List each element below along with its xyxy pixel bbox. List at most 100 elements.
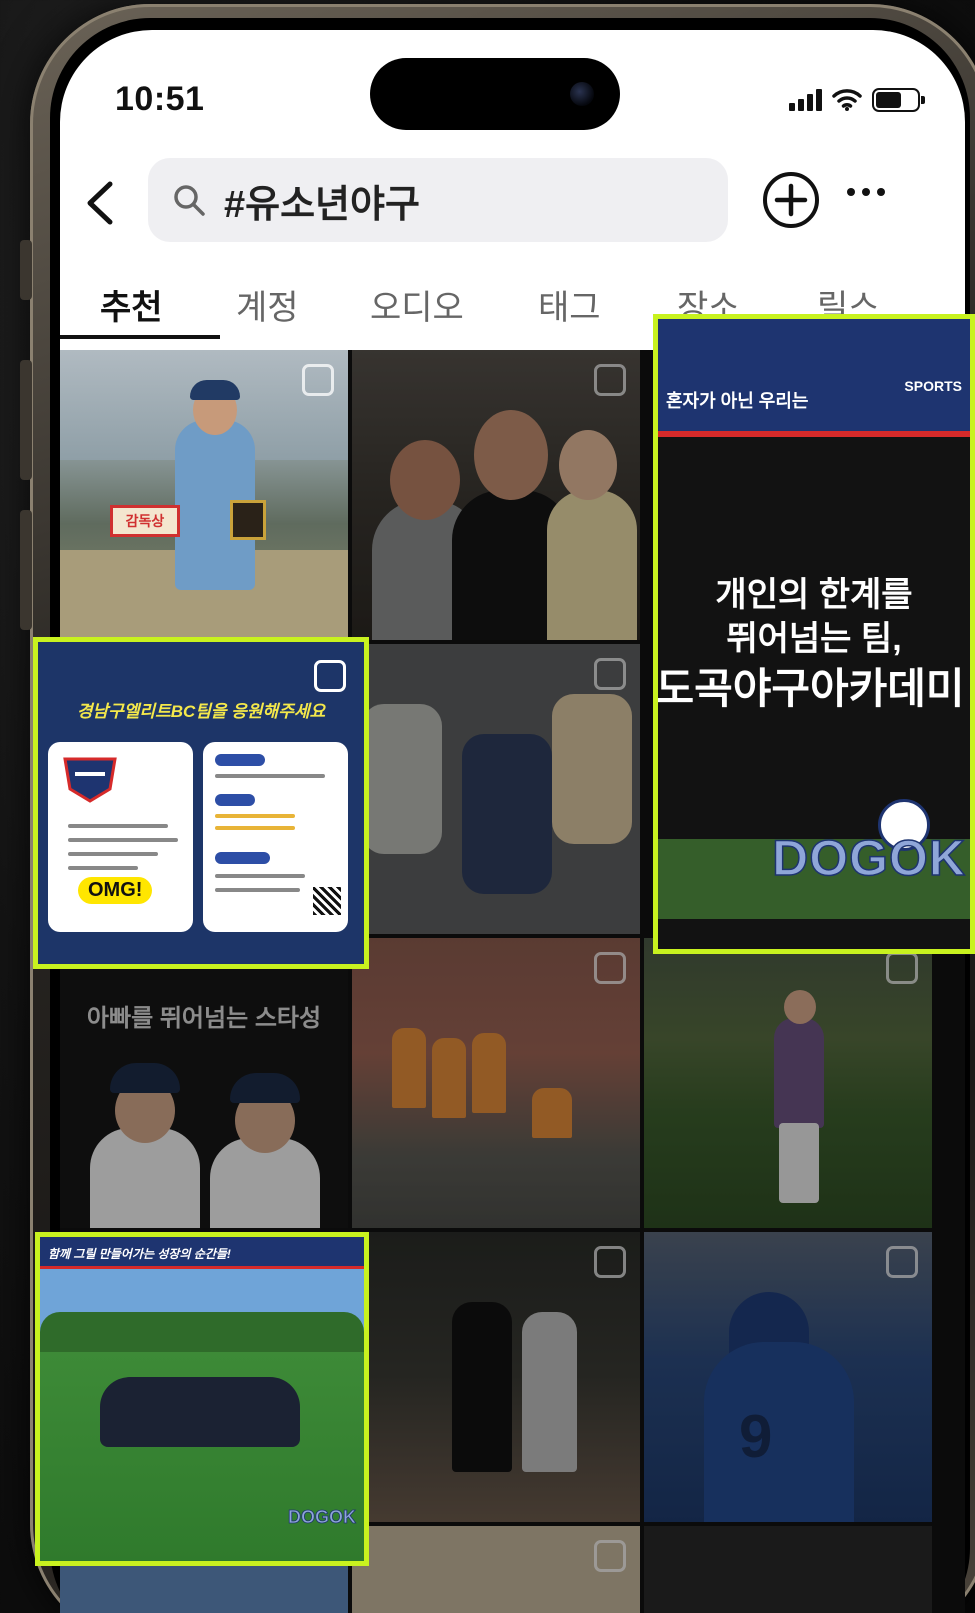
photo-player [452,1302,512,1472]
active-tab-indicator [60,335,220,339]
photo-kid-helmet [110,1063,180,1093]
photo-player [532,1088,572,1138]
add-button[interactable] [763,172,819,228]
phone-volume-down-button [20,510,32,630]
tab-accounts[interactable]: 계정 [236,280,299,329]
photo-player-jersey [704,1342,854,1522]
battery-level [876,92,901,108]
photo-child [547,490,637,640]
multi-image-icon [594,952,626,984]
omg-badge: OMG! [78,877,153,904]
text-line [215,774,325,778]
jersey-number: 9 [739,1403,773,1470]
info-pill [215,754,265,766]
phone-case-image [462,734,552,894]
photo-player [432,1038,466,1118]
team-banner-text: 함께 그릴 만들어가는 성장의 순간들! [48,1247,231,1261]
photo-team-group [100,1377,300,1447]
post-tile[interactable]: 감독상 [60,350,348,640]
academy-brand: SPORTS [904,378,962,394]
battery-icon [872,88,925,112]
text-line [68,824,168,828]
photo-player [522,1312,577,1472]
add-circle-icon [774,183,808,217]
photo-player [392,1028,426,1108]
phone-case-image [362,704,442,854]
post-tile[interactable] [352,350,640,640]
back-button[interactable] [80,178,130,228]
highlighted-post-recruit[interactable]: 경남구엘리트BC팀을 응원해주세요 OMG! [33,637,369,969]
text-line [215,874,305,878]
photo-player-head [784,990,816,1024]
post-tile[interactable]: 아빠를 뛰어넘는 스타성 [60,938,348,1228]
multi-image-icon [594,658,626,690]
academy-banner-text: 혼자가 아닌 우리는 [666,391,809,411]
post-tile[interactable] [352,644,640,934]
recruit-title: 경남구엘리트BC팀을 응원해주세요 [76,702,326,721]
academy-headline-3: 도곡야구아카데미 [655,665,965,712]
text-line [68,838,178,842]
signal-icon [789,89,822,111]
info-pill [215,794,255,806]
award-plaque [230,500,266,540]
academy-headline-2: 뛰어넘는 팀, [726,620,902,658]
search-input[interactable]: #유소년야구 [148,158,728,242]
post-tile[interactable] [352,938,640,1228]
highlighted-post-academy[interactable]: 혼자가 아닌 우리는 SPORTS 개인의 한계를 뛰어넘는 팀, 도곡야구아카… [653,314,975,954]
recruit-card-right [203,742,348,932]
tab-recommended[interactable]: 추천 [100,280,163,329]
photo-kid [90,1128,200,1228]
post-tile[interactable] [352,1232,640,1522]
multi-image-icon [302,364,334,396]
post-tile[interactable] [644,1526,932,1613]
kids-caption: 아빠를 뛰어넘는 스타성 [86,1005,322,1032]
status-icons [789,88,925,112]
multi-image-icon [594,364,626,396]
more-button[interactable] [845,172,887,221]
tab-audio[interactable]: 오디오 [370,280,464,329]
phone-case-image [552,694,632,844]
post-tile[interactable] [644,938,932,1228]
multi-image-icon [594,1540,626,1572]
dogok-logo: DOGOK [287,1507,357,1528]
multi-image-icon [886,1246,918,1278]
back-arrow-icon [87,181,113,225]
front-camera-icon [570,82,594,106]
highlighted-post-team[interactable]: 함께 그릴 만들어가는 성장의 순간들! DOGOK [35,1232,369,1566]
multi-image-icon [594,1246,626,1278]
more-horizontal-icon [847,188,885,196]
multi-image-icon [314,660,346,692]
academy-headline-1: 개인의 한계를 [715,576,913,614]
tab-tags[interactable]: 태그 [538,280,601,329]
text-line [215,888,300,892]
photo-kid-helmet [230,1073,300,1103]
search-header: #유소년야구 [60,158,965,248]
post-tile[interactable] [352,1526,640,1613]
text-line [68,866,138,870]
post-tile[interactable]: 9 [644,1232,932,1522]
wifi-icon [832,89,862,111]
team-banner: 함께 그릴 만들어가는 성장의 순간들! [40,1237,364,1269]
text-line [215,814,295,818]
qr-code-icon [313,887,341,915]
status-time: 10:51 [115,80,205,118]
photo-person-head [390,440,460,520]
phone-volume-up-button [20,360,32,480]
photo-person-head [474,410,548,500]
team-crest-icon [63,757,117,803]
photo-player [472,1033,506,1113]
multi-image-icon [886,952,918,984]
text-line [215,826,295,830]
dogok-logo: DOGOK [771,829,966,887]
info-pill [215,852,270,864]
photo-player-cap [190,380,240,400]
photo-child-head [559,430,617,500]
dynamic-island [370,58,620,130]
award-sign: 감독상 [110,505,180,537]
search-query: #유소년야구 [224,183,420,226]
text-line [68,852,158,856]
photo-player [774,1018,824,1128]
phone-side-button [20,240,32,300]
photo-player-legs [779,1123,819,1203]
search-icon [174,185,205,216]
